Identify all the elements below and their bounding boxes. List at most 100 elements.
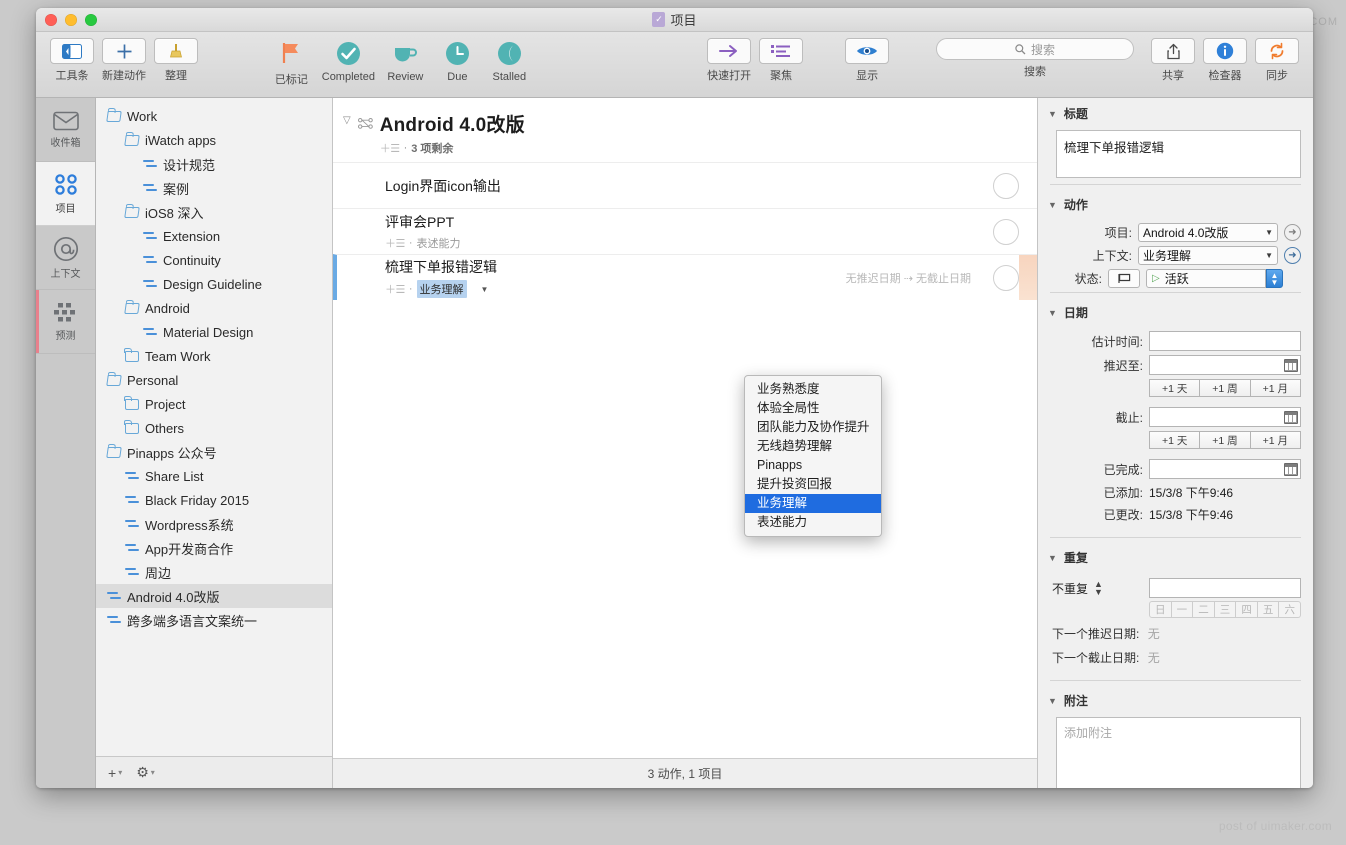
context-menu-item[interactable]: 提升投资回报 — [745, 475, 881, 494]
quick-date-button[interactable]: +1 天 — [1149, 431, 1201, 449]
rail-item-forecast[interactable]: 预测 — [36, 290, 95, 354]
toolbar-view[interactable]: 显示 — [841, 38, 893, 83]
sidebar-settings-button[interactable]: ⚙ ▾ — [136, 764, 155, 781]
sidebar-item[interactable]: 案例 — [96, 176, 332, 200]
toolbar-focus[interactable]: 聚焦 — [755, 38, 807, 83]
quick-date-button[interactable]: +1 月 — [1250, 431, 1301, 449]
disclosure-triangle-icon[interactable]: ▽ — [343, 110, 351, 132]
weekday-button[interactable]: 三 — [1214, 601, 1237, 618]
inspector-completed-input[interactable] — [1149, 459, 1301, 479]
sidebar-item[interactable]: Personal — [96, 368, 332, 392]
sidebar-item[interactable]: Share List — [96, 464, 332, 488]
inspector-defer-quick-buttons[interactable]: +1 天 +1 周 +1 月 — [1149, 379, 1301, 397]
inspector-repeat-stepper[interactable]: ▲ ▼ — [1094, 580, 1103, 597]
task-complete-checkbox[interactable] — [993, 264, 1019, 291]
context-menu-item[interactable]: 表述能力 — [745, 513, 881, 532]
toolbar-sync[interactable]: 同步 — [1251, 38, 1303, 83]
inspector-defer-input[interactable] — [1149, 355, 1301, 375]
toolbar-new-action[interactable]: 新建动作 — [98, 38, 150, 83]
inspector-repeat-input[interactable] — [1149, 578, 1301, 598]
inspector-project-go-button[interactable]: ➜ — [1284, 224, 1301, 241]
sidebar-item[interactable]: Android 4.0改版 — [96, 584, 332, 608]
task-complete-checkbox[interactable] — [993, 218, 1019, 245]
context-dropdown-menu[interactable]: 业务熟悉度 体验全局性 团队能力及协作提升 无线趋势理解 Pinapps 提升投资回报 业务… — [744, 375, 882, 537]
sidebar-item[interactable]: Others — [96, 416, 332, 440]
inspector-weekday-buttons[interactable]: 日一二三四五六 — [1149, 601, 1302, 618]
quick-date-button[interactable]: +1 月 — [1250, 379, 1301, 397]
weekday-button[interactable]: 五 — [1257, 601, 1280, 618]
sidebar-item[interactable]: 跨多端多语言文案统一 — [96, 608, 332, 632]
inspector-context-select[interactable]: 业务理解 ▼ — [1138, 246, 1278, 265]
context-menu-item[interactable]: Pinapps — [745, 456, 881, 475]
sidebar-item[interactable]: iWatch apps — [96, 128, 332, 152]
quick-date-button[interactable]: +1 周 — [1200, 431, 1251, 449]
sidebar-item[interactable]: App开发商合作 — [96, 536, 332, 560]
sidebar-item[interactable]: Pinapps 公众号 — [96, 440, 332, 464]
task-context[interactable]: 表述能力 — [417, 235, 461, 251]
quick-date-button[interactable]: +1 周 — [1200, 379, 1251, 397]
sidebar-item[interactable]: Work — [96, 104, 332, 128]
inspector-note-input[interactable]: 添加附注 — [1056, 717, 1301, 788]
inspector-status-select[interactable]: ▷ 活跃 — [1146, 269, 1266, 288]
task-complete-checkbox[interactable] — [993, 172, 1019, 199]
weekday-button[interactable]: 四 — [1236, 601, 1258, 618]
rail-item-projects[interactable]: 项目 — [36, 162, 95, 226]
inspector-section-title[interactable]: ▼ 标题 — [1038, 98, 1313, 128]
inspector-due-quick-buttons[interactable]: +1 天 +1 周 +1 月 — [1149, 431, 1301, 449]
inspector-status-select-group[interactable]: ▷ 活跃 ▲ ▼ — [1146, 269, 1283, 288]
toolbar-filter-review[interactable]: Review — [379, 38, 431, 83]
weekday-button[interactable]: 六 — [1279, 601, 1302, 618]
calendar-icon[interactable] — [1284, 462, 1298, 476]
inspector-section-action[interactable]: ▼ 动作 — [1038, 189, 1313, 219]
inspector-title-field[interactable]: 梳理下单报错逻辑 — [1056, 130, 1301, 178]
task-row[interactable]: 评审会PPT ＋☰ · 表述能力 — [333, 208, 1037, 254]
sidebar-item[interactable]: Team Work — [96, 344, 332, 368]
sidebar-add-button[interactable]: + ▾ — [108, 765, 122, 781]
toolbar-cleanup[interactable]: 整理 — [150, 38, 202, 83]
context-menu-item[interactable]: 体验全局性 — [745, 399, 881, 418]
context-menu-item[interactable]: 业务理解 — [745, 494, 881, 513]
toolbar-inspector[interactable]: 检查器 — [1199, 38, 1251, 83]
sidebar-item[interactable]: Continuity — [96, 248, 332, 272]
context-menu-item[interactable]: 无线趋势理解 — [745, 437, 881, 456]
inspector-due-input[interactable] — [1149, 407, 1301, 427]
rail-item-inbox[interactable]: 收件箱 — [36, 98, 95, 162]
chevron-down-icon[interactable]: ▼ — [481, 285, 489, 294]
toolbar-filter-completed[interactable]: Completed — [317, 38, 379, 83]
sidebar-item[interactable]: Material Design — [96, 320, 332, 344]
inspector-estimate-input[interactable] — [1149, 331, 1301, 351]
sidebar-item[interactable]: iOS8 深入 — [96, 200, 332, 224]
quick-date-button[interactable]: +1 天 — [1149, 379, 1201, 397]
sidebar-item[interactable]: Black Friday 2015 — [96, 488, 332, 512]
toolbar-sidebar-toggle[interactable]: 工具条 — [46, 38, 98, 83]
sidebar-item[interactable]: Extension — [96, 224, 332, 248]
sidebar-item[interactable]: Wordpress系统 — [96, 512, 332, 536]
inspector-project-select[interactable]: Android 4.0改版 ▼ — [1138, 223, 1278, 242]
weekday-button[interactable]: 日 — [1149, 601, 1172, 618]
calendar-icon[interactable] — [1284, 358, 1298, 372]
sidebar-item[interactable]: Project — [96, 392, 332, 416]
sidebar-item[interactable]: 周边 — [96, 560, 332, 584]
context-menu-item[interactable]: 团队能力及协作提升 — [745, 418, 881, 437]
inspector-section-date[interactable]: ▼ 日期 — [1038, 297, 1313, 327]
task-context-chip[interactable]: 业务理解 — [416, 280, 467, 298]
task-row[interactable]: 梳理下单报错逻辑 ＋☰ · 业务理解 ▼ 无推迟日期 ⇢ 无截止日期 — [333, 254, 1037, 300]
inspector-flag-button[interactable] — [1108, 269, 1140, 288]
calendar-icon[interactable] — [1284, 410, 1298, 424]
sidebar-item[interactable]: Design Guideline — [96, 272, 332, 296]
inspector-context-go-button[interactable]: ➜ — [1284, 247, 1301, 264]
toolbar-quick-open[interactable]: 快速打开 — [703, 38, 755, 83]
toolbar-filter-flagged[interactable]: 已标记 — [265, 38, 317, 87]
inspector-section-repeat[interactable]: ▼ 重复 — [1038, 542, 1313, 572]
inspector-section-note[interactable]: ▼ 附注 — [1038, 685, 1313, 715]
toolbar-filter-stalled[interactable]: Stalled — [483, 38, 535, 83]
inspector-status-stepper[interactable]: ▲ ▼ — [1266, 269, 1283, 288]
toolbar-share[interactable]: 共享 — [1147, 38, 1199, 83]
context-menu-item[interactable]: 业务熟悉度 — [745, 380, 881, 399]
inspector-repeat-mode[interactable]: 不重复 — [1052, 580, 1088, 597]
sidebar-list[interactable]: Work iWatch apps 设计规范 案例 iOS8 深入 Extension Con… — [96, 98, 332, 756]
task-row[interactable]: Login界面icon输出 — [333, 162, 1037, 208]
toolbar-filter-due[interactable]: Due — [431, 38, 483, 83]
sidebar-item[interactable]: Android — [96, 296, 332, 320]
search-input[interactable]: 搜索 — [935, 38, 1134, 60]
